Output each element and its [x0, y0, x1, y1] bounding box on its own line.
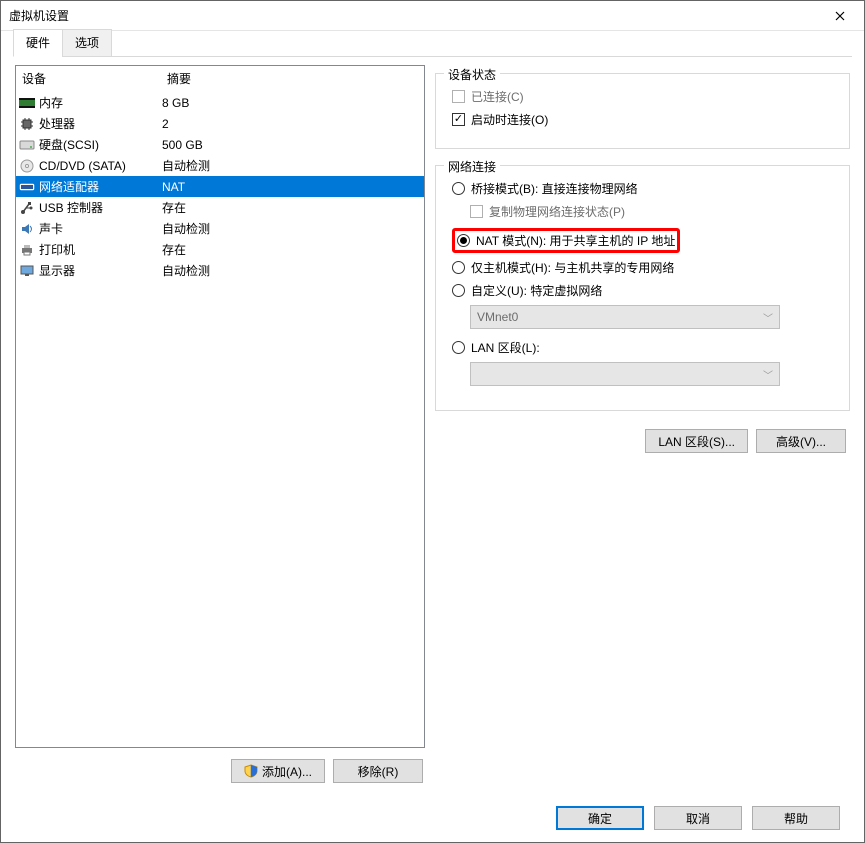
add-button[interactable]: 添加(A)...	[231, 759, 325, 783]
connected-checkbox	[452, 90, 465, 103]
row-network[interactable]: 网络适配器 NAT	[16, 176, 424, 197]
row-label: USB 控制器	[39, 199, 162, 216]
row-memory[interactable]: 内存 8 GB	[16, 92, 424, 113]
lan-segments-button[interactable]: LAN 区段(S)...	[645, 429, 748, 453]
row-summary: 500 GB	[162, 138, 422, 152]
row-label: 声卡	[39, 220, 162, 237]
radio-nat[interactable]	[457, 234, 470, 247]
custom-label: 自定义(U): 特定虚拟网络	[471, 282, 602, 299]
usb-icon	[18, 200, 36, 216]
sound-icon	[18, 221, 36, 237]
tab-options[interactable]: 选项	[62, 29, 112, 57]
chevron-down-icon: ﹀	[763, 310, 773, 325]
display-icon	[18, 263, 36, 279]
row-label: 内存	[39, 94, 162, 111]
network-icon	[18, 179, 36, 195]
radio-lan[interactable]	[452, 341, 465, 354]
connect-poweron-checkbox[interactable]: ✓	[452, 113, 465, 126]
row-display[interactable]: 显示器 自动检测	[16, 260, 424, 281]
cpu-icon	[18, 116, 36, 132]
nat-highlight: NAT 模式(N): 用于共享主机的 IP 地址	[452, 228, 680, 253]
disk-icon	[18, 137, 36, 153]
row-label: 打印机	[39, 241, 162, 258]
col-header-summary: 摘要	[161, 66, 424, 91]
cancel-button[interactable]: 取消	[654, 806, 742, 830]
row-summary: 存在	[162, 199, 422, 216]
connect-poweron-label: 启动时连接(O)	[471, 111, 548, 128]
group-legend: 设备状态	[444, 66, 500, 83]
radio-hostonly[interactable]	[452, 261, 465, 274]
row-summary: 自动检测	[162, 262, 422, 279]
chevron-down-icon: ﹀	[763, 367, 773, 382]
row-cpu[interactable]: 处理器 2	[16, 113, 424, 134]
cd-icon	[18, 158, 36, 174]
row-label: 显示器	[39, 262, 162, 279]
row-summary: 存在	[162, 241, 422, 258]
add-label: 添加(A)...	[262, 763, 312, 780]
custom-network-select: VMnet0 ﹀	[470, 305, 780, 329]
radio-custom[interactable]	[452, 284, 465, 297]
row-printer[interactable]: 打印机 存在	[16, 239, 424, 260]
ok-button[interactable]: 确定	[556, 806, 644, 830]
row-label: 网络适配器	[39, 178, 162, 195]
tab-hardware[interactable]: 硬件	[13, 29, 63, 57]
advanced-button[interactable]: 高级(V)...	[756, 429, 846, 453]
col-header-device: 设备	[16, 66, 161, 91]
row-sound[interactable]: 声卡 自动检测	[16, 218, 424, 239]
close-button[interactable]	[817, 1, 862, 30]
printer-icon	[18, 242, 36, 258]
lan-segment-select: ﹀	[470, 362, 780, 386]
row-label: CD/DVD (SATA)	[39, 159, 162, 173]
lan-label: LAN 区段(L):	[471, 339, 540, 356]
radio-bridge[interactable]	[452, 182, 465, 195]
row-summary: 2	[162, 117, 422, 131]
network-connection-group: 网络连接 桥接模式(B): 直接连接物理网络 复制物理网络连接状态(P) NAT…	[435, 165, 850, 411]
hostonly-label: 仅主机模式(H): 与主机共享的专用网络	[471, 259, 674, 276]
row-label: 硬盘(SCSI)	[39, 136, 162, 153]
device-list[interactable]: 设备 摘要 内存 8 GB 处理器 2 硬盘(SCSI) 500 GB	[15, 65, 425, 748]
memory-icon	[18, 95, 36, 111]
help-button[interactable]: 帮助	[752, 806, 840, 830]
shield-icon	[244, 764, 258, 778]
row-summary: 自动检测	[162, 220, 422, 237]
window-title: 虚拟机设置	[9, 7, 817, 24]
bridge-label: 桥接模式(B): 直接连接物理网络	[471, 180, 638, 197]
device-status-group: 设备状态 已连接(C) ✓ 启动时连接(O)	[435, 73, 850, 149]
row-summary: 自动检测	[162, 157, 422, 174]
replicate-checkbox	[470, 205, 483, 218]
remove-button[interactable]: 移除(R)	[333, 759, 423, 783]
row-usb[interactable]: USB 控制器 存在	[16, 197, 424, 218]
connected-label: 已连接(C)	[471, 88, 524, 105]
row-summary: NAT	[162, 180, 422, 194]
row-label: 处理器	[39, 115, 162, 132]
group-legend: 网络连接	[444, 158, 500, 175]
replicate-label: 复制物理网络连接状态(P)	[489, 203, 625, 220]
row-summary: 8 GB	[162, 96, 422, 110]
close-icon	[835, 11, 845, 21]
nat-label: NAT 模式(N): 用于共享主机的 IP 地址	[476, 232, 675, 249]
row-cd[interactable]: CD/DVD (SATA) 自动检测	[16, 155, 424, 176]
custom-network-value: VMnet0	[477, 310, 518, 324]
row-disk[interactable]: 硬盘(SCSI) 500 GB	[16, 134, 424, 155]
